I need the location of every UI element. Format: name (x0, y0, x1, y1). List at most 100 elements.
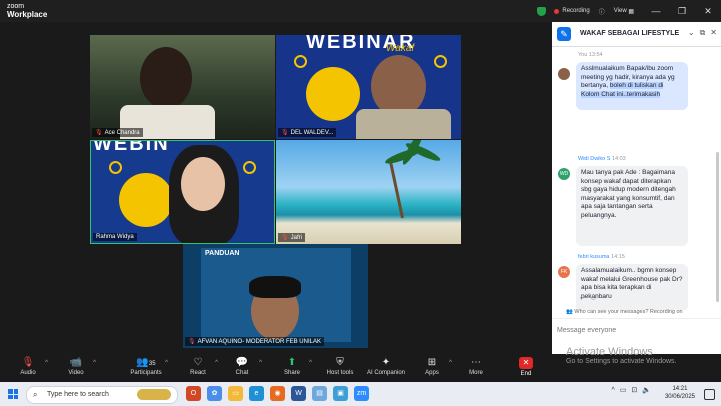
message-input[interactable]: Message everyone (557, 327, 616, 334)
office-icon[interactable]: O (186, 386, 201, 401)
heart-icon: ♡ (193, 357, 203, 368)
maximize-button[interactable]: ❐ (669, 6, 695, 17)
speaker-photo (119, 173, 173, 227)
close-icon[interactable]: ✕ (710, 28, 717, 38)
sparkle-icon: ✦ (381, 357, 391, 368)
chevron-up-icon[interactable]: ^ (309, 360, 312, 366)
more-icon: ⋯ (471, 357, 481, 368)
participant-face (371, 55, 426, 117)
search-icon: ⌕ (33, 390, 38, 399)
file-explorer-icon[interactable]: ▭ (228, 386, 243, 401)
video-tile[interactable]: WEBINAR Wakaf 🎙 DEL WALDEV... (276, 35, 461, 139)
shield-icon[interactable] (537, 6, 547, 16)
firefox-icon[interactable]: ◉ (270, 386, 285, 401)
participant-name-tag: 🎙 Ace Chandra (92, 128, 143, 137)
participant-face (181, 157, 225, 211)
react-button[interactable]: ♡ React ^ (178, 356, 218, 376)
close-icon: ✕ (519, 357, 533, 369)
battery-icon[interactable]: ▭ (620, 386, 627, 394)
who-can-see-notice[interactable]: 👥 Who can see your messages? Recording o… (566, 309, 683, 315)
zoom-logo: zoom Workplace (7, 3, 48, 19)
chat-icon: 💬 (235, 357, 249, 368)
edge-icon[interactable]: e (249, 386, 264, 401)
network-icon[interactable]: ⊡ (631, 386, 637, 394)
grid-icon: ▦ (628, 8, 634, 15)
chat-message[interactable]: Assalamualaikum.. bgmn konsep wakaf mela… (576, 264, 688, 310)
taskbar-search[interactable]: ⌕ Type here to search (26, 386, 178, 404)
taskbar-clock[interactable]: 14:21 30/06/2025 (665, 385, 695, 401)
people-icon: 👥 (566, 309, 573, 315)
popout-icon[interactable]: ⧉ (700, 28, 706, 38)
chevron-down-icon[interactable]: ⌄ (688, 28, 695, 38)
info-icon[interactable]: ⓘ (599, 7, 605, 16)
host-tools-button[interactable]: ⛨ Host tools (320, 356, 360, 376)
emoji-icon[interactable]: ☺ (590, 295, 597, 302)
audio-button[interactable]: 🎙 Audio ^ (8, 356, 48, 376)
taskbar-apps: O ✿ ▭ e ◉ W ▤ ▣ zm (186, 386, 369, 401)
chevron-up-icon[interactable]: ^ (45, 360, 48, 366)
copilot-icon[interactable]: ✿ (207, 386, 222, 401)
image-viewer-icon[interactable]: ▣ (333, 386, 348, 401)
mic-muted-icon: 🎙 (95, 130, 103, 136)
chat-edit-icon[interactable]: ✎ (557, 27, 571, 41)
chat-scrollbar[interactable] (716, 152, 719, 302)
decor-ring (109, 161, 122, 174)
message-meta: febri kusuma 14:15 (578, 254, 625, 260)
apps-icon: ⊞ (427, 357, 437, 368)
video-button[interactable]: 📹 Video ^ (56, 356, 96, 376)
folder-icon[interactable]: ▤ (312, 386, 327, 401)
chevron-up-icon[interactable]: ^ (215, 360, 218, 366)
recording-indicator[interactable]: Recording (554, 8, 590, 14)
chat-messages[interactable]: You 13:54 Asslmualaikum Bapak/ibu zoom m… (552, 48, 721, 310)
search-highlight-image (137, 389, 171, 400)
end-meeting-button[interactable]: ✕ End (510, 356, 542, 377)
chat-button[interactable]: 💬 Chat ^ (222, 356, 262, 376)
webinar-subtitle: Wakaf (386, 43, 415, 54)
reply-icon[interactable]: ↩ (580, 295, 586, 302)
mic-muted-icon: 🎙 (281, 235, 289, 241)
webinar-backdrop-text: WEBIN (93, 140, 170, 155)
zoom-icon[interactable]: zm (354, 386, 369, 401)
avatar (558, 68, 570, 80)
chevron-up-icon[interactable]: ^ (165, 360, 168, 366)
minimize-button[interactable]: — (643, 6, 669, 16)
close-window-button[interactable]: ✕ (695, 6, 721, 17)
camera-icon: 📹 (69, 357, 83, 368)
volume-icon[interactable]: 🔈 (642, 386, 651, 394)
message-actions: ↩ ☺ ⋯ (580, 294, 608, 302)
video-tile[interactable]: PANDUAN 🎙 AFVAN AQUINO- MODERATOR FEB UN… (183, 244, 368, 348)
participant-name-tag: 🎙 AFVAN AQUINO- MODERATOR FEB UNILAK (185, 337, 324, 346)
more-icon[interactable]: ⋯ (601, 295, 608, 302)
message-meta: Widi Dwiko S 14:03 (578, 156, 626, 162)
video-tile[interactable]: 🎙 Ace Chandra (90, 35, 275, 139)
word-icon[interactable]: W (291, 386, 306, 401)
ai-companion-button[interactable]: ✦ AI Companion (362, 356, 410, 376)
video-tile[interactable]: 🎙 Jafri (276, 140, 461, 244)
chat-message[interactable]: Mau tanya pak Ade : Bagaimana konsep wak… (576, 166, 688, 246)
activate-windows-watermark: Activate Windows Go to Settings to activ… (566, 346, 677, 365)
participant-name-tag: Rahma Widya (93, 233, 137, 241)
chevron-up-icon[interactable]: ^ (611, 387, 614, 394)
windows-start-icon[interactable] (8, 389, 18, 399)
palm-trunk (388, 158, 404, 219)
share-button[interactable]: ⬆ Share ^ (272, 356, 312, 376)
participant-cap (249, 276, 301, 298)
decor-ring (243, 161, 256, 174)
participants-button[interactable]: 👥35 Participants ^ (124, 356, 168, 376)
speaker-photo (306, 67, 360, 121)
chevron-up-icon[interactable]: ^ (93, 360, 96, 366)
chevron-up-icon[interactable]: ^ (449, 360, 452, 366)
participant-name-tag: 🎙 Jafri (278, 233, 305, 242)
notification-icon[interactable] (704, 389, 715, 400)
more-button[interactable]: ⋯ More (456, 356, 496, 376)
apps-button[interactable]: ⊞ Apps ^ (412, 356, 452, 376)
view-button[interactable]: View ▦ (614, 8, 634, 15)
chat-header: ✎ WAKAF SEBAGAI LIFESTYLE ⌄ ⧉ ✕ (552, 22, 721, 47)
chat-message[interactable]: Asslmualaikum Bapak/ibu zoom meeting yg … (576, 62, 688, 110)
video-tile-active-speaker[interactable]: WEBIN Rahma Widya (90, 140, 275, 244)
share-icon: ⬆ (287, 357, 297, 368)
decor-ring (434, 55, 447, 68)
chevron-up-icon[interactable]: ^ (259, 360, 262, 366)
message-meta: You 13:54 (578, 52, 603, 58)
mic-muted-icon: 🎙 (188, 339, 196, 345)
